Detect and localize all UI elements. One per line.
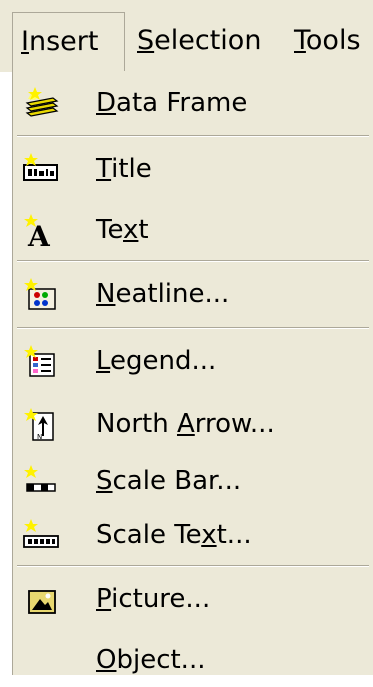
menu-item-label: North Arrow... xyxy=(96,409,275,439)
menu-item-picture[interactable]: Picture... xyxy=(13,572,373,626)
insert-menu-dropdown: Data Frame Title A Text Neatline... Lege… xyxy=(12,71,373,675)
menu-insert-label: Insert xyxy=(21,26,99,57)
menu-item-label: Text xyxy=(96,215,149,245)
north-arrow-icon: N xyxy=(23,407,59,441)
menu-item-object[interactable]: Object... xyxy=(13,633,373,687)
svg-text:A: A xyxy=(27,220,51,247)
menu-item-label: Scale Text... xyxy=(96,520,252,550)
svg-text:N: N xyxy=(37,433,42,441)
menu-separator xyxy=(17,565,369,567)
picture-icon xyxy=(23,582,59,616)
menu-item-data-frame[interactable]: Data Frame xyxy=(13,76,373,130)
menu-item-label: Data Frame xyxy=(96,88,248,118)
menu-separator xyxy=(17,327,369,329)
menu-item-label: Scale Bar... xyxy=(96,466,242,496)
menu-item-text[interactable]: A Text xyxy=(13,203,373,257)
menu-item-label: Title xyxy=(96,154,152,184)
menu-insert[interactable]: Insert xyxy=(12,12,125,72)
menu-bar: Insert Selection Tools xyxy=(0,0,373,72)
menu-item-label: Legend... xyxy=(96,346,217,376)
scale-text-icon xyxy=(23,518,59,552)
neatline-icon xyxy=(23,277,59,311)
legend-icon xyxy=(23,344,59,378)
menu-item-label: Picture... xyxy=(96,584,211,614)
title-icon xyxy=(23,152,59,186)
menu-tools[interactable]: Tools xyxy=(294,12,373,72)
menu-separator xyxy=(17,135,369,137)
scale-bar-icon xyxy=(23,464,59,498)
menu-tools-label: Tools xyxy=(294,25,361,56)
menu-item-scale-text[interactable]: Scale Text... xyxy=(13,508,373,562)
data-frame-icon xyxy=(23,86,59,120)
menu-selection[interactable]: Selection xyxy=(137,12,277,72)
menu-item-label: Neatline... xyxy=(96,279,230,309)
text-icon: A xyxy=(23,213,59,253)
menu-item-north-arrow[interactable]: N North Arrow... xyxy=(13,397,373,451)
menu-item-neatline[interactable]: Neatline... xyxy=(13,267,373,321)
menu-separator xyxy=(17,260,369,262)
menu-item-title[interactable]: Title xyxy=(13,142,373,196)
menu-item-legend[interactable]: Legend... xyxy=(13,334,373,388)
menu-item-scale-bar[interactable]: Scale Bar... xyxy=(13,454,373,508)
menu-item-label: Object... xyxy=(96,645,206,675)
menu-selection-label: Selection xyxy=(137,25,262,56)
